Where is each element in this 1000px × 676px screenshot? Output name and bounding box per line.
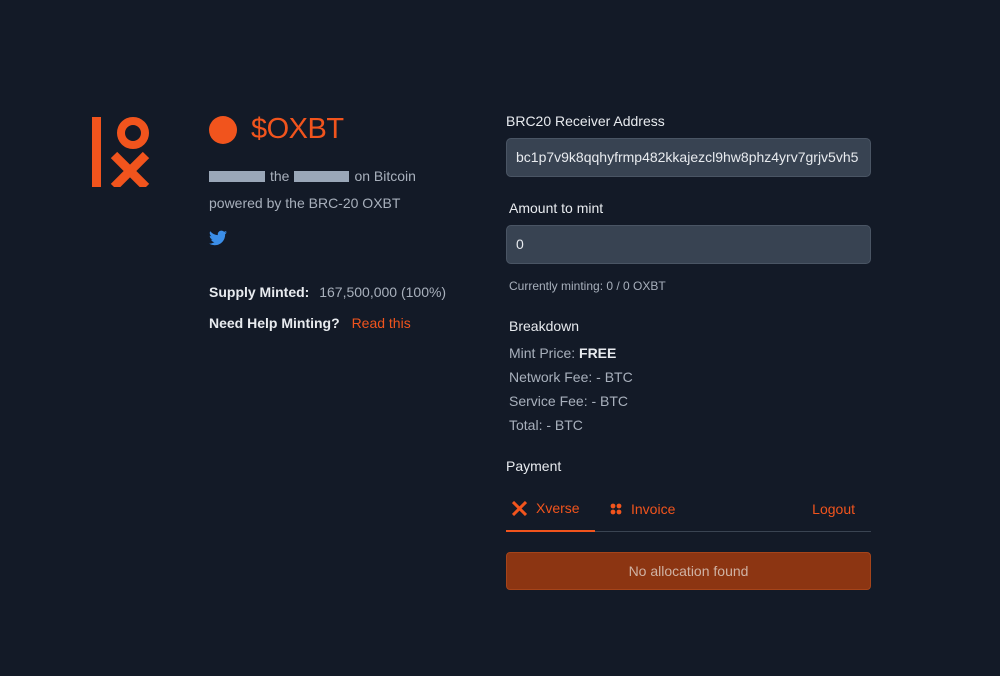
network-fee: Network Fee: - BTC bbox=[509, 369, 633, 385]
logout-button[interactable]: Logout bbox=[812, 486, 855, 531]
receiver-label: BRC20 Receiver Address bbox=[506, 113, 665, 129]
mint-price: Mint Price: FREE bbox=[509, 345, 616, 361]
read-this-link[interactable]: Read this bbox=[352, 315, 411, 331]
service-fee: Service Fee: - BTC bbox=[509, 393, 629, 409]
supply-value: 167,500,000 (100%) bbox=[319, 284, 447, 300]
amount-input[interactable]: 0 bbox=[506, 225, 871, 264]
token-tagline: the on Bitcoin bbox=[209, 168, 416, 184]
tab-invoice[interactable]: Invoice bbox=[610, 486, 675, 531]
twitter-icon[interactable] bbox=[209, 230, 227, 246]
total-fee: Total: - BTC bbox=[509, 417, 583, 433]
supply-minted: Supply Minted: 167,500,000 (100%) bbox=[209, 284, 446, 300]
tagline-end: on Bitcoin bbox=[354, 168, 416, 184]
mint-price-value: FREE bbox=[579, 345, 617, 361]
tab-invoice-label: Invoice bbox=[631, 500, 676, 517]
powered-by-text: powered by the BRC-20 OXBT bbox=[209, 195, 401, 211]
payment-tabs: Xverse Invoice Logout bbox=[506, 486, 871, 532]
redacted-text bbox=[294, 170, 350, 182]
tagline-mid: the bbox=[270, 168, 290, 184]
brand-logo bbox=[92, 117, 150, 187]
supply-label: Supply Minted: bbox=[209, 284, 310, 300]
dots-grid-icon bbox=[610, 503, 622, 514]
token-dot-icon bbox=[209, 115, 237, 144]
token-header: $OXBT bbox=[209, 113, 344, 146]
receiver-address-input[interactable]: bc1p7v9k8qqhyfrmp482kkajezcl9hw8phz4yrv7… bbox=[506, 138, 871, 177]
tab-xverse[interactable]: Xverse bbox=[506, 486, 595, 532]
xverse-icon bbox=[512, 500, 527, 516]
token-title: $OXBT bbox=[251, 113, 344, 145]
no-allocation-button[interactable]: No allocation found bbox=[506, 552, 871, 590]
help-label: Need Help Minting? bbox=[209, 315, 340, 331]
payment-title: Payment bbox=[506, 458, 562, 474]
mint-price-label: Mint Price: bbox=[509, 345, 576, 361]
amount-label: Amount to mint bbox=[509, 200, 604, 216]
currently-minting-text: Currently minting: 0 / 0 OXBT bbox=[509, 279, 666, 293]
help-minting: Need Help Minting? Read this bbox=[209, 315, 411, 331]
tab-xverse-label: Xverse bbox=[536, 500, 580, 516]
redacted-text bbox=[209, 170, 265, 182]
breakdown-title: Breakdown bbox=[509, 318, 580, 334]
